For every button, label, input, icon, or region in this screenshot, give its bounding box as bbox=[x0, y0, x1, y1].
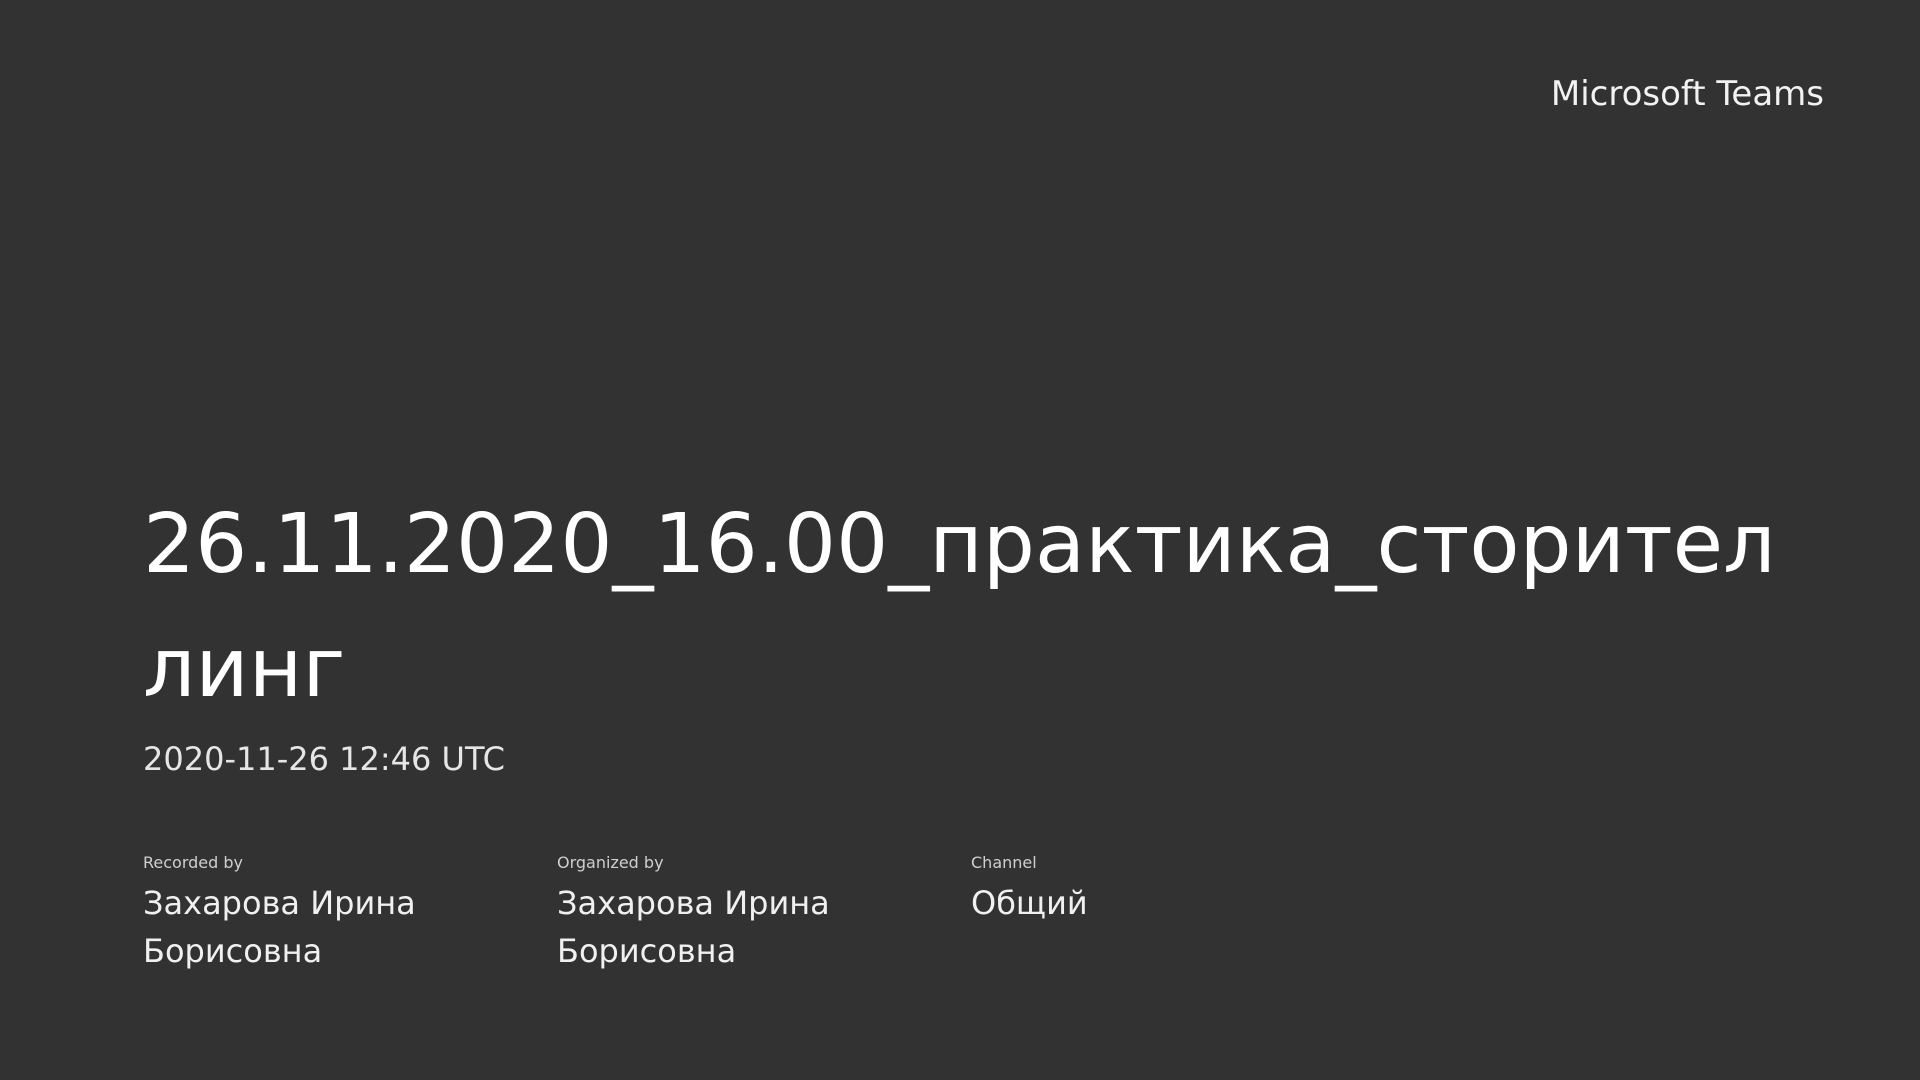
channel-label: Channel bbox=[971, 853, 1037, 872]
app-brand-label: Microsoft Teams bbox=[1550, 74, 1824, 114]
meeting-details: Recorded by Захарова Ирина Борисовна Org… bbox=[143, 853, 1803, 975]
recorded-by-value: Захарова Ирина Борисовна bbox=[143, 884, 416, 970]
recorded-by-section: Recorded by Захарова Ирина Борисовна bbox=[143, 853, 557, 975]
recording-info: 26.11.2020_16.00_практика_сторителлинг 2… bbox=[143, 483, 1803, 975]
channel-value: Общий bbox=[971, 884, 1088, 922]
channel-section: Channel Общий bbox=[971, 853, 1385, 975]
meeting-title: 26.11.2020_16.00_практика_сторителлинг bbox=[143, 497, 1776, 716]
organized-by-value: Захарова Ирина Борисовна bbox=[557, 884, 830, 970]
organized-by-label: Organized by bbox=[557, 853, 664, 872]
organized-by-section: Organized by Захарова Ирина Борисовна bbox=[557, 853, 971, 975]
recorded-by-label: Recorded by bbox=[143, 853, 243, 872]
meeting-timestamp: 2020-11-26 12:46 UTC bbox=[143, 740, 505, 778]
